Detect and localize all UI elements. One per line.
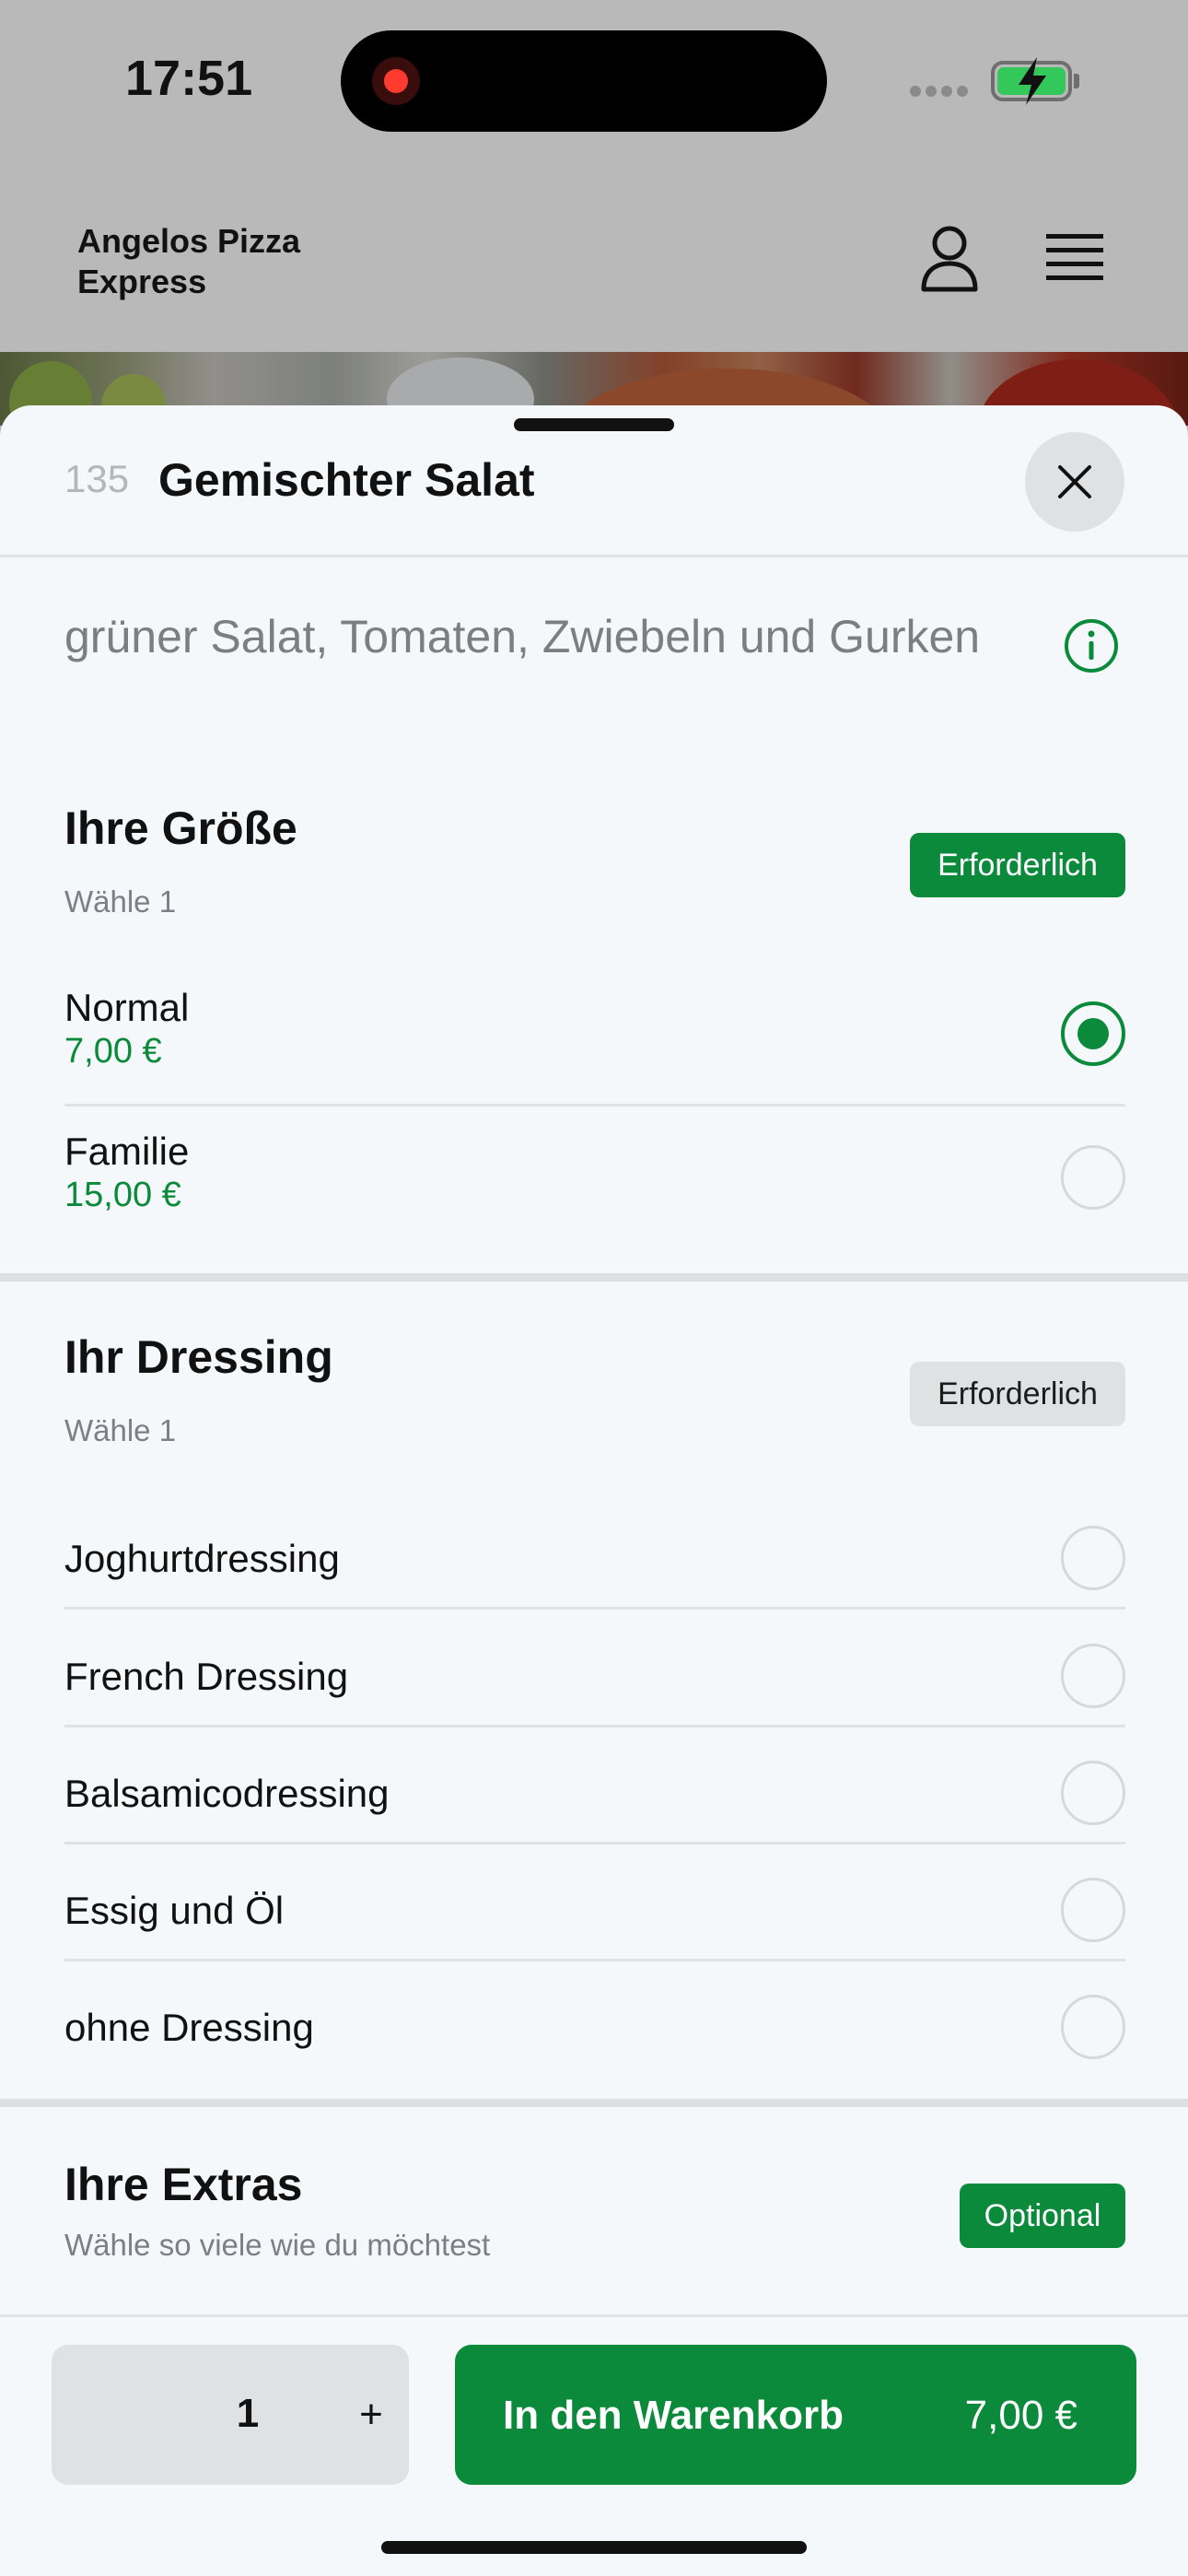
close-icon	[1058, 465, 1091, 498]
cellular-signal-icon	[910, 85, 974, 98]
option-label: Balsamicodressing	[64, 1772, 390, 1815]
item-description: grüner Salat, Tomaten, Zwiebeln und Gurk…	[64, 611, 981, 662]
option-label: Essig und Öl	[64, 1889, 285, 1932]
charging-bolt-icon	[1019, 57, 1046, 105]
app-header: Angelos Pizza Express	[0, 166, 1188, 352]
quantity-value: 1	[236, 2391, 260, 2436]
dressing-option-french[interactable]: French Dressing	[64, 1618, 1125, 1734]
info-icon[interactable]	[1063, 617, 1120, 674]
restaurant-name[interactable]: Angelos Pizza Express	[77, 221, 372, 302]
radio-button[interactable]	[1061, 1145, 1125, 1210]
option-label: ohne Dressing	[64, 2006, 314, 2049]
size-section-subtitle: Wähle 1	[64, 884, 177, 919]
radio-button[interactable]	[1061, 1761, 1125, 1825]
dressing-option-balsamico[interactable]: Balsamicodressing	[64, 1735, 1125, 1851]
item-detail-sheet: 135 Gemischter Salat grüner Salat, Tomat…	[0, 405, 1188, 2576]
item-title: Gemischter Salat	[158, 454, 535, 506]
sheet-header: 135 Gemischter Salat	[0, 405, 1188, 556]
section-divider	[0, 2099, 1188, 2107]
dressing-option-joghurt[interactable]: Joghurtdressing	[64, 1500, 1125, 1616]
increment-button[interactable]: +	[337, 2385, 405, 2444]
size-option-normal[interactable]: Normal 7,00 €	[64, 986, 1125, 1106]
option-label: French Dressing	[64, 1655, 349, 1698]
row-divider	[64, 1607, 1125, 1610]
cart-total-price: 7,00 €	[964, 2393, 1077, 2438]
extras-section-subtitle: Wähle so viele wie du möchtest	[64, 2228, 491, 2262]
quantity-stepper[interactable]: 1 +	[52, 2345, 409, 2485]
required-badge: Erforderlich	[910, 833, 1125, 897]
required-badge: Erforderlich	[910, 1362, 1125, 1426]
battery-cap	[1074, 74, 1079, 88]
row-divider	[64, 1959, 1125, 1961]
option-label: Joghurtdressing	[64, 1537, 340, 1580]
size-section-title: Ihre Größe	[64, 802, 297, 854]
radio-button[interactable]	[1061, 1878, 1125, 1942]
option-label: Normal	[64, 986, 190, 1029]
row-divider	[64, 1725, 1125, 1727]
recording-indicator-icon	[372, 57, 420, 105]
row-divider	[64, 1104, 1125, 1107]
action-bar: 1 + In den Warenkorb 7,00 €	[0, 2314, 1188, 2576]
hamburger-menu-icon[interactable]	[1044, 230, 1105, 286]
dressing-section-title: Ihr Dressing	[64, 1331, 333, 1383]
option-price: 7,00 €	[64, 1032, 162, 1071]
home-indicator[interactable]	[381, 2541, 807, 2554]
radio-button[interactable]	[1061, 1995, 1125, 2059]
item-number: 135	[64, 457, 130, 500]
row-divider	[64, 1842, 1125, 1844]
user-icon[interactable]	[919, 223, 980, 293]
size-option-familie[interactable]: Familie 15,00 €	[64, 1130, 1125, 1249]
extras-section-title: Ihre Extras	[64, 2159, 303, 2210]
section-divider	[0, 1273, 1188, 1282]
close-button[interactable]	[1025, 432, 1124, 532]
dynamic-island	[341, 30, 827, 132]
dressing-section-subtitle: Wähle 1	[64, 1413, 177, 1447]
optional-badge: Optional	[960, 2184, 1125, 2248]
dressing-option-ohne[interactable]: ohne Dressing	[64, 1969, 1125, 2085]
status-bar: 17:51	[0, 0, 1188, 166]
option-label: Familie	[64, 1130, 190, 1173]
add-to-cart-button[interactable]: In den Warenkorb 7,00 €	[455, 2345, 1136, 2485]
radio-button[interactable]	[1061, 1526, 1125, 1590]
dressing-option-essig-oel[interactable]: Essig und Öl	[64, 1852, 1125, 1968]
status-time: 17:51	[125, 51, 253, 106]
option-price: 15,00 €	[64, 1176, 181, 1214]
radio-button-selected[interactable]	[1061, 1001, 1125, 1066]
header-divider	[0, 555, 1188, 557]
add-to-cart-label: In den Warenkorb	[503, 2393, 844, 2438]
radio-button[interactable]	[1061, 1644, 1125, 1708]
